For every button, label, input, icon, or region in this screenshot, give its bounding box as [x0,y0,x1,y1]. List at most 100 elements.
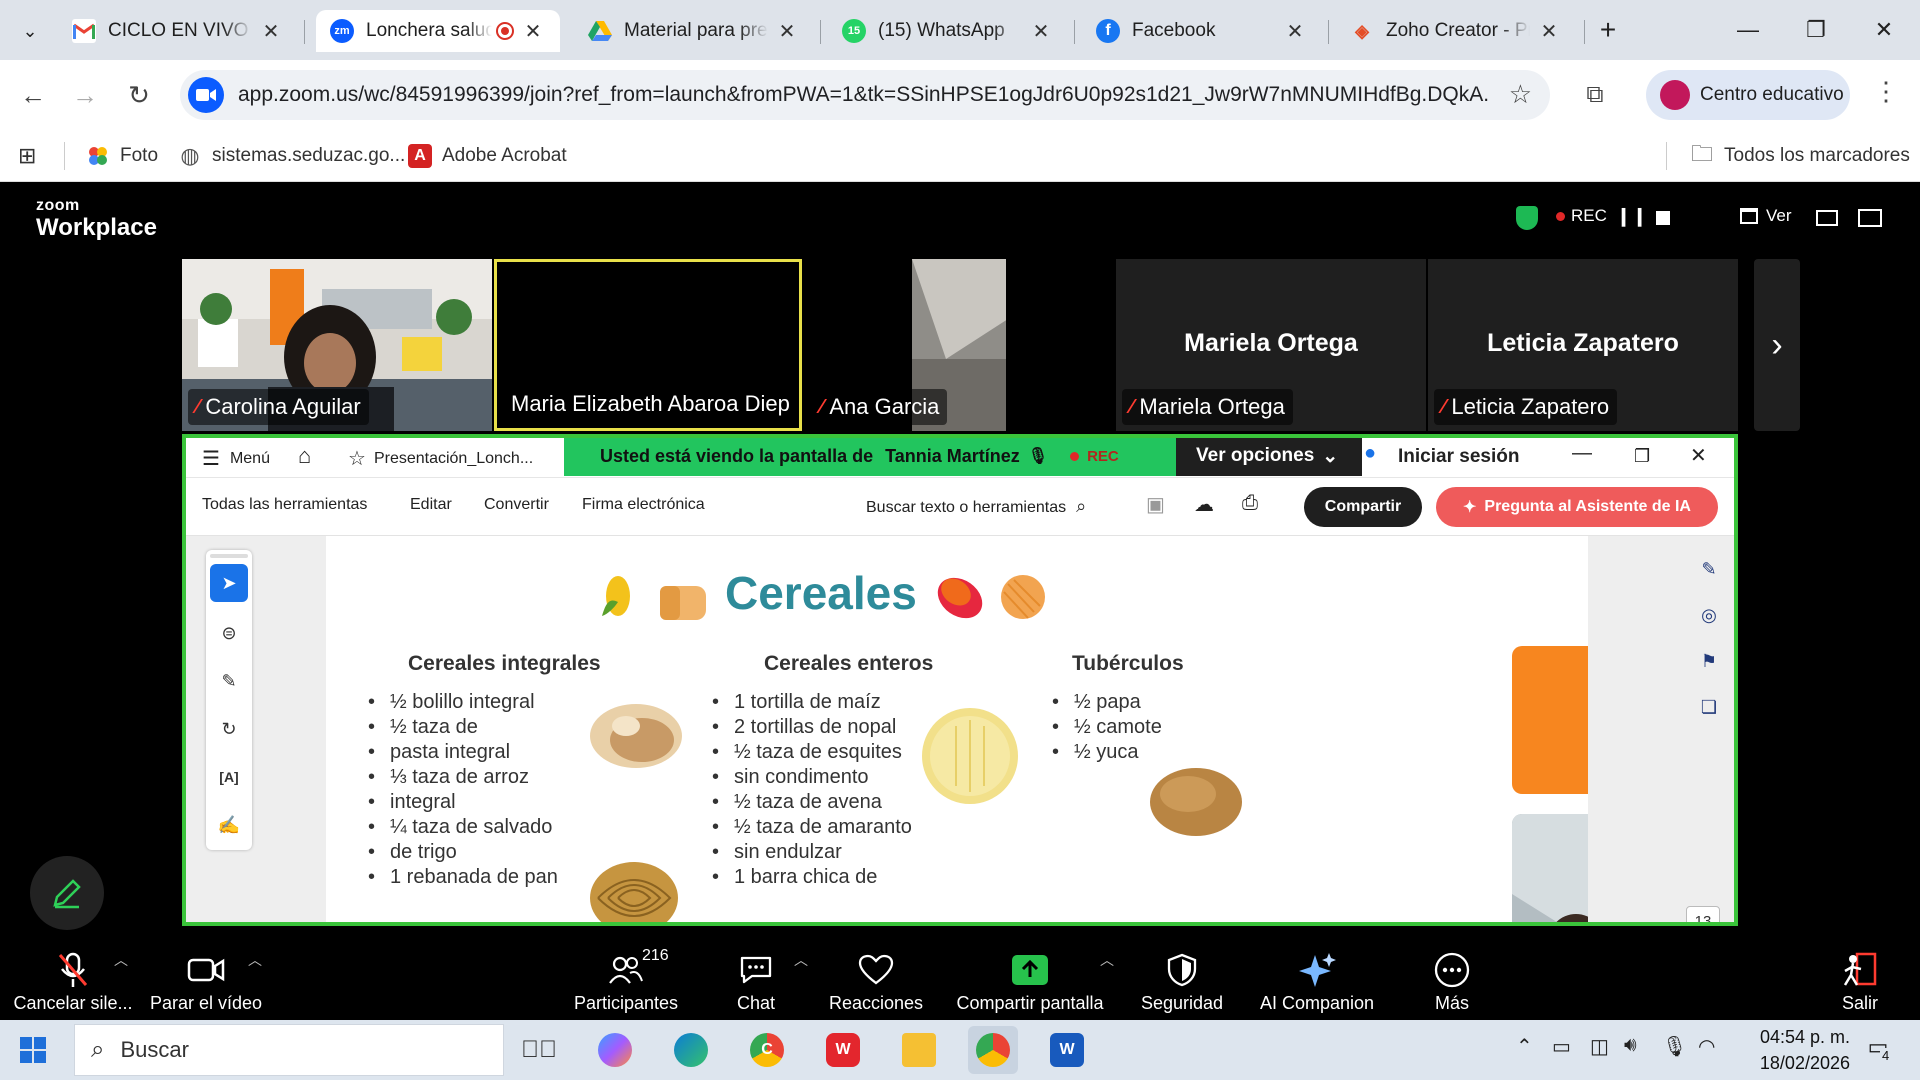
tab-zoho[interactable]: ◈ Zoho Creator - Pr ✕ [1336,10,1576,52]
caret-up-icon[interactable]: ︿ [248,950,262,970]
copilot-icon[interactable] [590,1026,640,1074]
task-view-icon[interactable]: ▯⃞ [514,1026,564,1074]
file-explorer-icon[interactable] [894,1026,944,1074]
annotate-button[interactable] [30,856,104,930]
wifi-icon[interactable]: ◠ [1698,1034,1715,1059]
draw-freehand-icon[interactable]: ↻ [210,710,248,748]
windows-start-icon[interactable] [20,1037,46,1063]
apps-grid-icon[interactable]: ⊞ [18,140,36,172]
close-icon[interactable]: ✕ [1282,18,1308,44]
participant-tile[interactable]: Leticia Zapatero ⁄ Leticia Zapatero [1428,259,1738,431]
tab-whatsapp[interactable]: 15 (15) WhatsApp ✕ [828,10,1068,52]
view-button[interactable]: Ver [1740,206,1792,226]
reload-button[interactable]: ↻ [118,74,160,116]
forward-button[interactable]: → [64,74,106,116]
notification-icon[interactable]: ▭ 4 [1858,1034,1898,1063]
minimize-icon[interactable]: — [1572,442,1592,465]
caret-up-icon[interactable]: ︿ [114,950,128,970]
display-icon[interactable]: ◫ [1590,1034,1609,1059]
ai-assistant-button[interactable]: ✦ Pregunta al Asistente de IA [1436,487,1718,527]
participant-tile[interactable]: ⁄ Carolina Aguilar [182,259,492,431]
taskbar-search[interactable]: ⌕ Buscar [74,1024,504,1076]
home-icon[interactable]: ⌂ [298,443,311,469]
chrome-icon[interactable]: C [742,1026,792,1074]
volume-icon[interactable]: 🔊︎ [1624,1034,1637,1057]
profile-button[interactable]: Centro educativo [1646,70,1850,120]
microphone-icon[interactable]: 🎙︎ [1662,1034,1687,1059]
stop-recording-icon[interactable] [1656,211,1670,225]
caret-up-icon[interactable]: ︿ [1100,950,1114,970]
close-window-button[interactable]: ✕ [1856,8,1912,52]
participant-tile[interactable]: ⁄ Ana Garcia [806,259,1006,431]
close-icon[interactable]: ✕ [774,18,800,44]
search-tools[interactable]: Buscar texto o herramientas ⌕ [866,496,1086,517]
tool-edit[interactable]: Editar [410,496,452,514]
word-icon[interactable]: W [1042,1026,1092,1074]
tab-gmail[interactable]: CICLO EN VIVO PARA ✕ [58,10,298,52]
doc-tab[interactable]: ☆ Presentación_Lonch... [348,446,533,471]
select-cursor-icon[interactable]: ➤ [210,564,248,602]
battery-icon[interactable]: ▭ [1552,1034,1571,1059]
share-doc-button[interactable]: Compartir [1304,487,1422,527]
edit-panel-icon[interactable]: ✎ [1696,556,1722,582]
tool-convert[interactable]: Convertir [484,496,549,514]
restore-button[interactable]: ❐ [1788,8,1844,52]
tab-drive[interactable]: Material para presentación ✕ [574,10,814,52]
extensions-puzzle-icon[interactable]: ⧉ [1574,74,1616,116]
close-icon[interactable]: ✕ [1690,443,1707,468]
save-icon[interactable]: ▣ [1146,492,1165,517]
tool-esign[interactable]: Firma electrónica [582,496,705,514]
page-number[interactable]: 13 [1686,906,1720,922]
edge-icon[interactable] [666,1026,716,1074]
pause-recording-icon[interactable]: ❙❙ [1616,206,1648,227]
upload-cloud-icon[interactable]: ☁ [1194,492,1214,517]
participant-tile[interactable]: Mariela Ortega ⁄ Mariela Ortega [1116,259,1426,431]
new-tab-button[interactable]: + [1584,8,1632,52]
tab-zoom-active[interactable]: zm Lonchera saludable ✕ [316,10,560,52]
chrome-active-icon[interactable] [968,1026,1018,1074]
chat-button[interactable]: Chat [716,944,796,1018]
security-button[interactable]: Seguridad [1134,944,1230,1018]
address-bar[interactable]: app.zoom.us/wc/84591996399/join?ref_from… [180,70,1550,120]
chevron-up-icon[interactable]: ⌃ [1516,1034,1533,1059]
minimize-button[interactable]: — [1720,8,1776,52]
pages-icon[interactable]: ❏ [1696,694,1722,720]
comment-icon[interactable]: ⊜ [210,614,248,652]
minimize-video-icon[interactable] [1816,210,1838,226]
tool-all[interactable]: Todas las herramientas [202,496,367,514]
signature-icon[interactable]: ✍ [210,806,248,844]
tab-search-button[interactable]: ⌄ [8,10,52,52]
close-icon[interactable]: ✕ [520,18,546,44]
all-bookmarks[interactable]: 🗀 Todos los marcadores [1690,140,1910,172]
more-vertical-icon[interactable]: ⋮ [1866,76,1906,107]
bookmark-star-icon[interactable]: ☆ [1509,79,1532,110]
close-icon[interactable]: ✕ [1536,18,1562,44]
participants-button[interactable]: 216 Participantes [570,944,682,1018]
encryption-shield-icon[interactable] [1516,206,1538,230]
caret-up-icon[interactable]: ︿ [794,950,808,970]
close-icon[interactable]: ✕ [258,18,284,44]
highlight-pen-icon[interactable]: ✎ [210,662,248,700]
signin-button[interactable]: Iniciar sesión [1398,446,1519,468]
participant-tile-active-speaker[interactable]: Maria Elizabeth Abaroa Diep [494,259,802,431]
more-button[interactable]: Más [1414,944,1490,1018]
ai-companion-button[interactable]: AI Companion [1254,944,1380,1018]
next-page-chevron-icon[interactable]: › [1754,259,1800,431]
bookmark-seduzac[interactable]: ◍ sistemas.seduzac.go... [178,140,405,172]
wps-icon[interactable]: W [818,1026,868,1074]
restore-icon[interactable]: ❐ [1634,446,1650,467]
bookmark-foto[interactable]: Foto [86,140,158,172]
close-icon[interactable]: ✕ [1028,18,1054,44]
bookmark-acrobat[interactable]: A Adobe Acrobat [408,140,567,172]
reactions-button[interactable]: Reacciones [818,944,934,1018]
text-box-icon[interactable]: [A] [210,758,248,796]
comments-icon[interactable]: ◎ [1696,602,1722,628]
view-options-button[interactable]: Ver opciones ⌄ [1176,438,1362,476]
menu-button[interactable]: ☰ Menú [202,446,270,471]
tab-facebook[interactable]: f Facebook ✕ [1082,10,1322,52]
fullscreen-icon[interactable] [1858,209,1882,227]
back-button[interactable]: ← [12,74,54,116]
bookmarks-icon[interactable]: ⚑ [1696,648,1722,674]
print-icon[interactable]: ⎙ [1242,492,1258,515]
clock[interactable]: 04:54 p. m. 18/02/2026 [1730,1024,1850,1076]
